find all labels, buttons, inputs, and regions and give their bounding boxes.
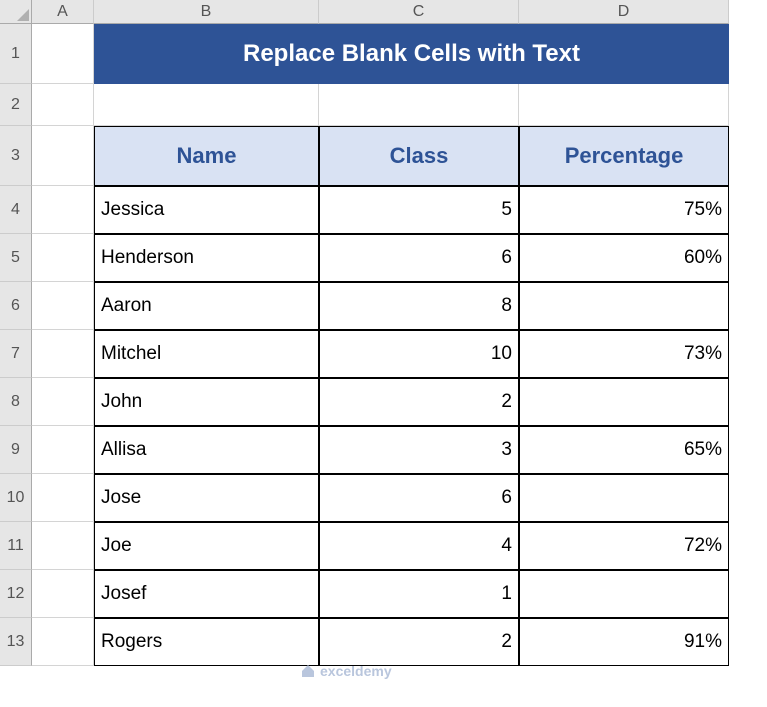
- data-cell-percentage[interactable]: 72%: [519, 522, 729, 570]
- data-cell-name[interactable]: Joe: [94, 522, 319, 570]
- data-cell-class[interactable]: 2: [319, 618, 519, 666]
- data-cell-class[interactable]: 10: [319, 330, 519, 378]
- data-cell-name[interactable]: Aaron: [94, 282, 319, 330]
- data-cell-percentage[interactable]: 73%: [519, 330, 729, 378]
- row-header-9[interactable]: 9: [0, 426, 32, 474]
- cell[interactable]: [32, 126, 94, 186]
- data-cell-class[interactable]: 6: [319, 234, 519, 282]
- data-cell-class[interactable]: 1: [319, 570, 519, 618]
- data-cell-percentage[interactable]: [519, 570, 729, 618]
- row-headers: 12345678910111213: [0, 24, 32, 666]
- row-header-8[interactable]: 8: [0, 378, 32, 426]
- data-cell-name[interactable]: Josef: [94, 570, 319, 618]
- table-header-class[interactable]: Class: [319, 126, 519, 186]
- row-header-12[interactable]: 12: [0, 570, 32, 618]
- cell[interactable]: [32, 234, 94, 282]
- data-cell-class[interactable]: 8: [319, 282, 519, 330]
- cell[interactable]: [32, 522, 94, 570]
- data-cell-percentage[interactable]: [519, 378, 729, 426]
- row-header-3[interactable]: 3: [0, 126, 32, 186]
- data-cell-class[interactable]: 6: [319, 474, 519, 522]
- cell[interactable]: [32, 84, 94, 126]
- cell[interactable]: [32, 570, 94, 618]
- row-header-2[interactable]: 2: [0, 84, 32, 126]
- data-cell-name[interactable]: Jessica: [94, 186, 319, 234]
- cell[interactable]: [32, 426, 94, 474]
- row-header-10[interactable]: 10: [0, 474, 32, 522]
- column-header-D[interactable]: D: [519, 0, 729, 24]
- data-cell-class[interactable]: 3: [319, 426, 519, 474]
- data-cell-name[interactable]: Jose: [94, 474, 319, 522]
- data-cell-percentage[interactable]: [519, 474, 729, 522]
- table-header-name[interactable]: Name: [94, 126, 319, 186]
- row-header-5[interactable]: 5: [0, 234, 32, 282]
- cell[interactable]: [519, 84, 729, 126]
- cell[interactable]: [32, 618, 94, 666]
- column-headers: ABCD: [32, 0, 729, 24]
- cell[interactable]: [94, 84, 319, 126]
- title-cell[interactable]: Replace Blank Cells with Text: [94, 24, 729, 84]
- row-header-13[interactable]: 13: [0, 618, 32, 666]
- cell[interactable]: [32, 378, 94, 426]
- data-cell-name[interactable]: Henderson: [94, 234, 319, 282]
- table-header-percentage[interactable]: Percentage: [519, 126, 729, 186]
- spreadsheet-grid: Replace Blank Cells with Text NameClassPe…: [32, 24, 729, 666]
- data-cell-percentage[interactable]: 75%: [519, 186, 729, 234]
- cell[interactable]: [32, 474, 94, 522]
- cell[interactable]: [319, 84, 519, 126]
- data-cell-class[interactable]: 5: [319, 186, 519, 234]
- select-all-corner[interactable]: [0, 0, 32, 24]
- cell[interactable]: [32, 186, 94, 234]
- row-header-4[interactable]: 4: [0, 186, 32, 234]
- data-cell-class[interactable]: 4: [319, 522, 519, 570]
- column-header-B[interactable]: B: [94, 0, 319, 24]
- cell[interactable]: [32, 24, 94, 84]
- cell[interactable]: [32, 282, 94, 330]
- row-header-1[interactable]: 1: [0, 24, 32, 84]
- data-cell-percentage[interactable]: 60%: [519, 234, 729, 282]
- data-cell-name[interactable]: Mitchel: [94, 330, 319, 378]
- data-cell-percentage[interactable]: [519, 282, 729, 330]
- row-header-11[interactable]: 11: [0, 522, 32, 570]
- data-cell-name[interactable]: Rogers: [94, 618, 319, 666]
- data-cell-name[interactable]: John: [94, 378, 319, 426]
- data-cell-name[interactable]: Allisa: [94, 426, 319, 474]
- row-header-6[interactable]: 6: [0, 282, 32, 330]
- data-cell-percentage[interactable]: 65%: [519, 426, 729, 474]
- data-cell-percentage[interactable]: 91%: [519, 618, 729, 666]
- data-cell-class[interactable]: 2: [319, 378, 519, 426]
- row-header-7[interactable]: 7: [0, 330, 32, 378]
- column-header-A[interactable]: A: [32, 0, 94, 24]
- cell[interactable]: [32, 330, 94, 378]
- column-header-C[interactable]: C: [319, 0, 519, 24]
